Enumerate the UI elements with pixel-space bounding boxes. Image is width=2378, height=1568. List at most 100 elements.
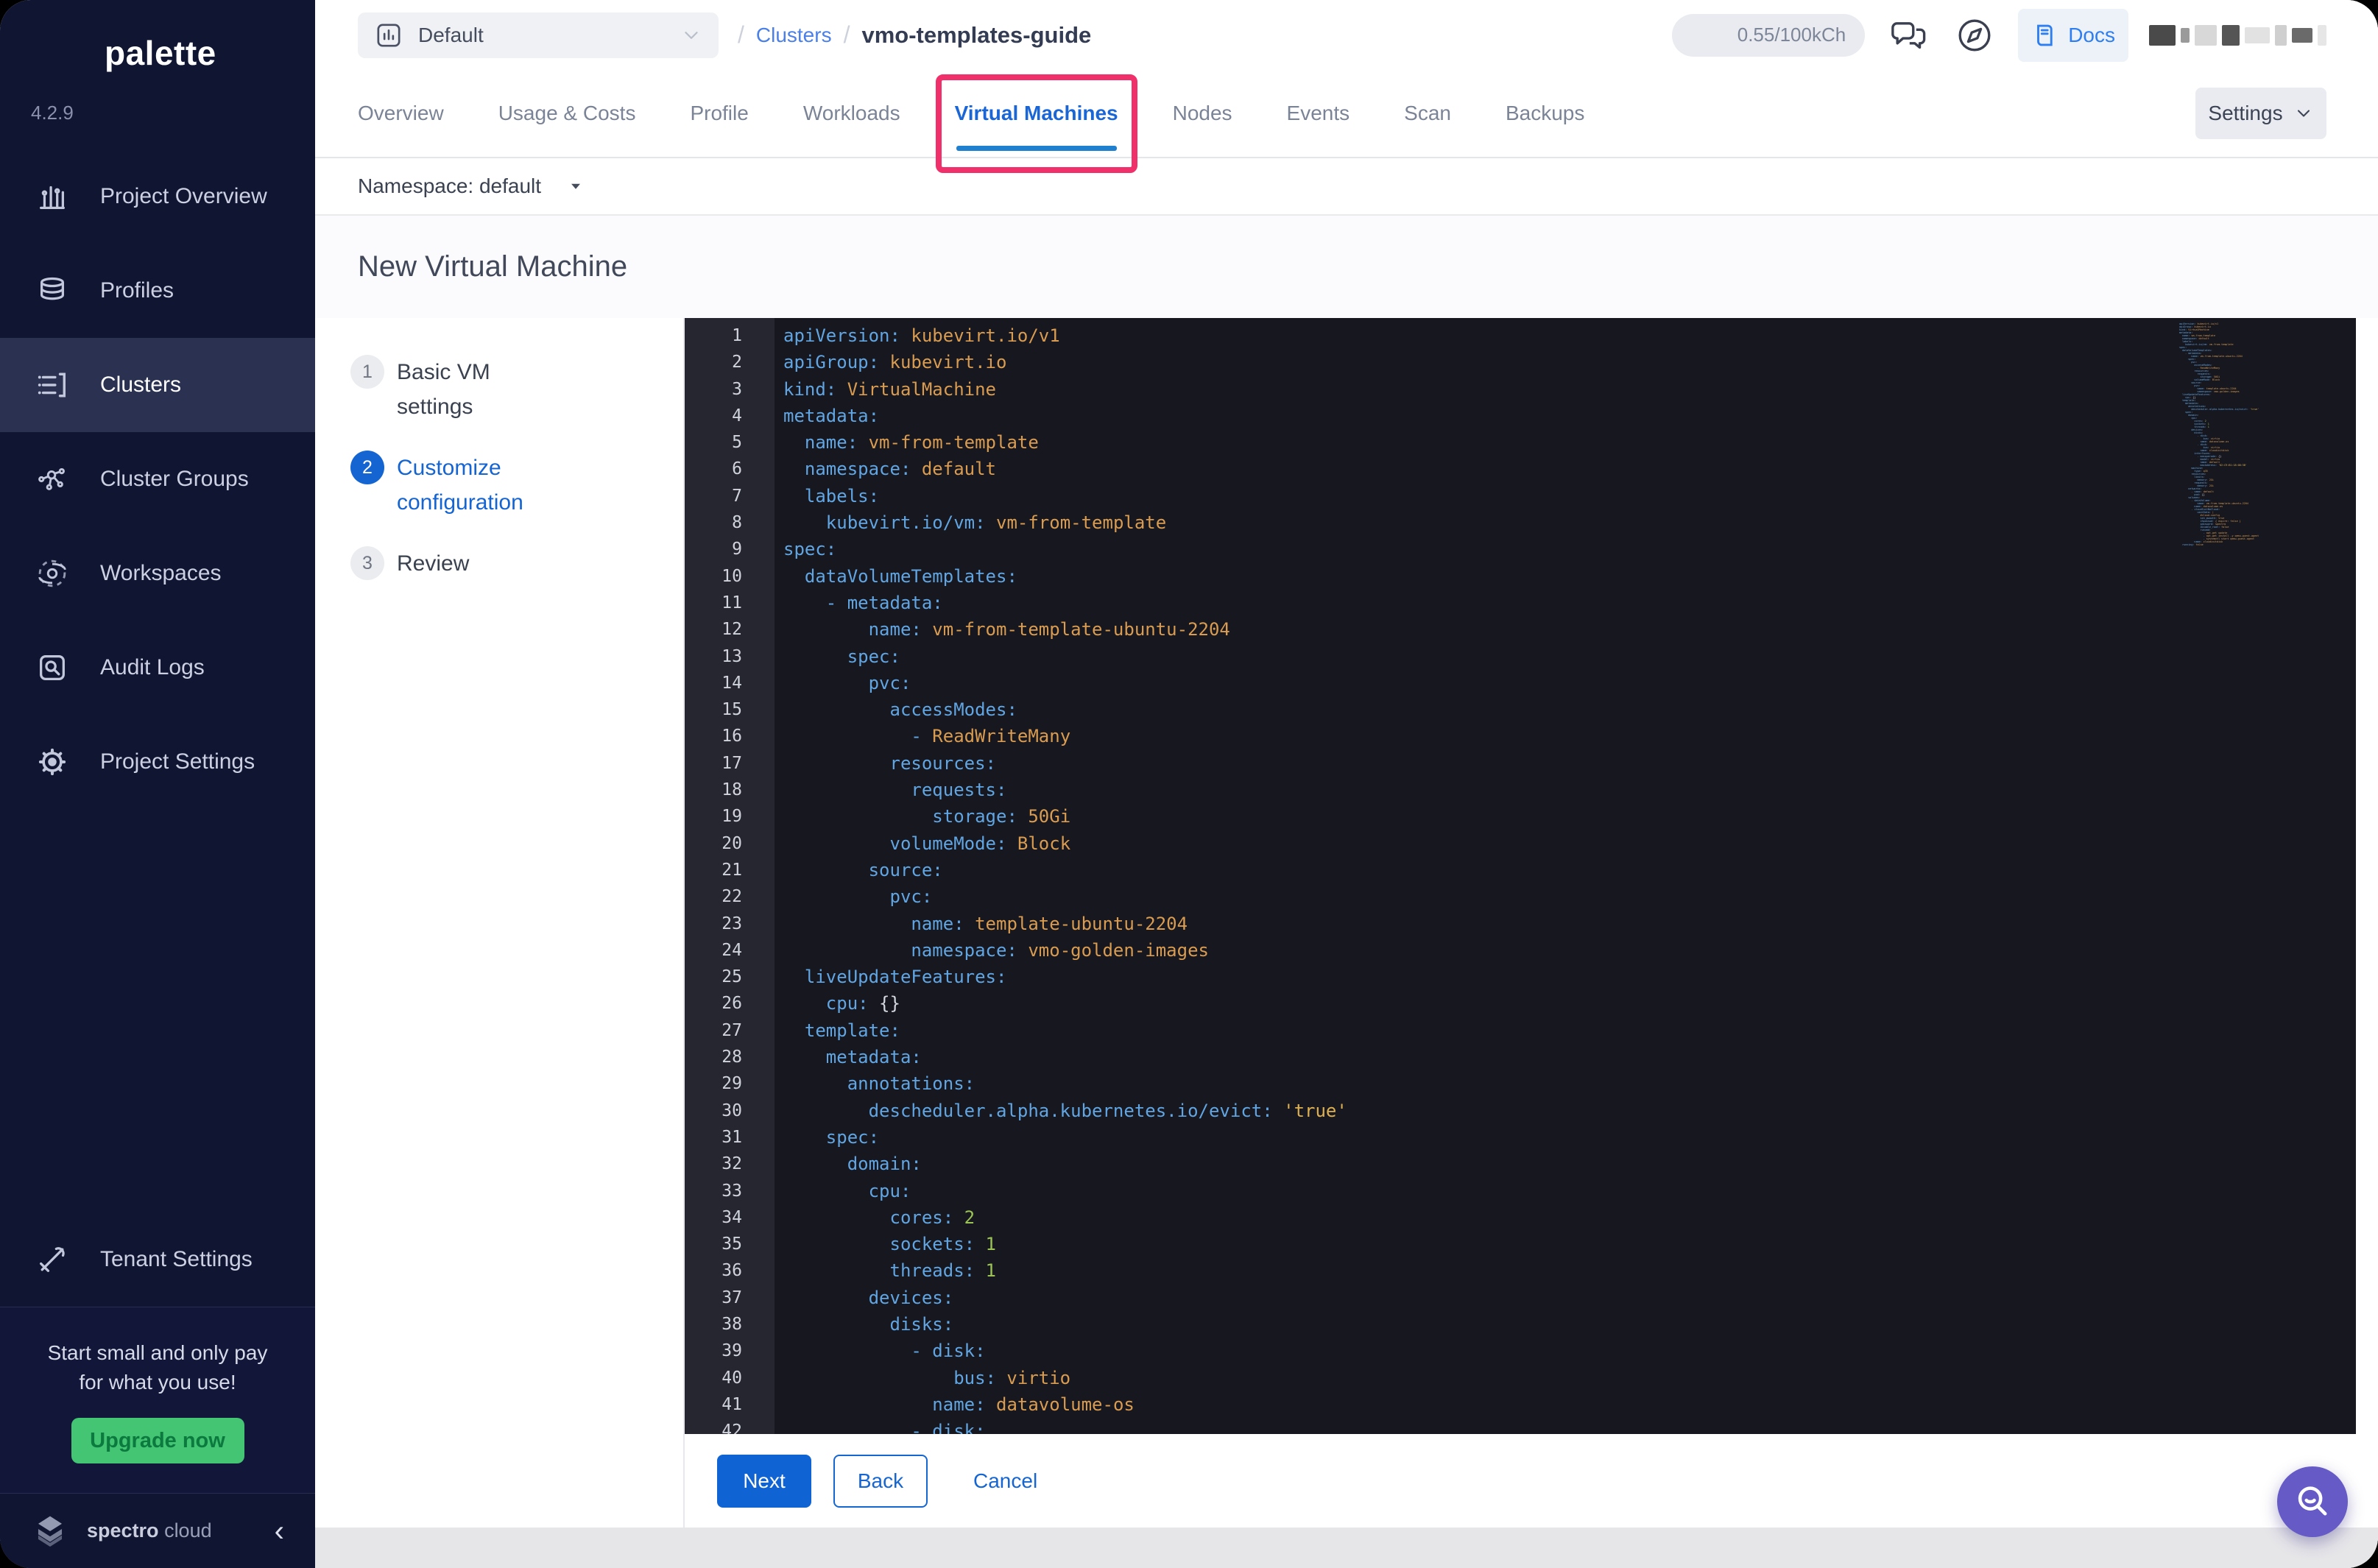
line-number: 11 xyxy=(721,593,742,612)
code-line[interactable]: 13 spec: xyxy=(685,643,2356,670)
code-line[interactable]: 18 requests: xyxy=(685,777,2356,803)
code-line[interactable]: 41 name: datavolume-os xyxy=(685,1391,2356,1418)
tools-icon xyxy=(35,1243,69,1276)
line-number: 37 xyxy=(721,1288,742,1307)
code-line[interactable]: 11 - metadata: xyxy=(685,590,2356,616)
code-line[interactable]: 27 template: xyxy=(685,1017,2356,1044)
code-line[interactable]: 21 source: xyxy=(685,857,2356,883)
code-line[interactable]: 37 devices: xyxy=(685,1285,2356,1311)
line-number: 42 xyxy=(721,1422,742,1434)
chevron-down-icon xyxy=(680,24,702,46)
tab-scan[interactable]: Scan xyxy=(1404,70,1451,157)
code-line[interactable]: 20 volumeMode: Block xyxy=(685,830,2356,857)
code-text: devices: xyxy=(868,1287,954,1308)
code-line[interactable]: 7 labels: xyxy=(685,483,2356,509)
redacted-user-info xyxy=(2149,23,2326,48)
editor-minimap[interactable]: apiVersion: kubevirt.io/v1 apiGroup: kube… xyxy=(2179,322,2290,546)
server-rack-icon xyxy=(35,368,69,402)
code-line[interactable]: 28 metadata: xyxy=(685,1044,2356,1070)
code-line[interactable]: 15 accessModes: xyxy=(685,696,2356,723)
upgrade-now-button[interactable]: Upgrade now xyxy=(71,1418,244,1463)
code-text: metadata: xyxy=(783,405,880,426)
code-line[interactable]: 16 - ReadWriteMany xyxy=(685,723,2356,749)
sidebar-item-workspaces[interactable]: Workspaces xyxy=(0,526,315,621)
code-text: pvc: xyxy=(868,672,911,693)
page-title: New Virtual Machine xyxy=(358,250,628,283)
code-line[interactable]: 12 name: vm-from-template-ubuntu-2204 xyxy=(685,616,2356,643)
namespace-selector[interactable]: Namespace: default xyxy=(358,174,541,198)
code-line[interactable]: 24 namespace: vmo-golden-images xyxy=(685,937,2356,964)
code-line[interactable]: 33 cpu: xyxy=(685,1178,2356,1204)
search-fab[interactable] xyxy=(2277,1466,2348,1537)
tab-virtual-machines[interactable]: Virtual Machines xyxy=(935,70,1137,173)
chat-icon[interactable] xyxy=(1885,13,1931,58)
bottom-strip xyxy=(315,1528,2378,1568)
code-line[interactable]: 5 name: vm-from-template xyxy=(685,429,2356,456)
line-number: 35 xyxy=(721,1235,742,1254)
sidebar-item-label: Project Overview xyxy=(100,184,267,208)
settings-button[interactable]: Settings xyxy=(2195,88,2326,139)
next-button[interactable]: Next xyxy=(717,1454,811,1508)
code-line[interactable]: 19 storage: 50Gi xyxy=(685,803,2356,830)
spectro-name-strong: spectro xyxy=(87,1519,159,1541)
code-line[interactable]: 6 namespace: default xyxy=(685,456,2356,482)
wizard-step-1[interactable]: 1 Basic VM settings xyxy=(315,355,683,424)
sidebar-item-profiles[interactable]: Profiles xyxy=(0,244,315,338)
code-text: cores: 2 xyxy=(889,1207,975,1228)
code-line[interactable]: 29 annotations: xyxy=(685,1070,2356,1097)
line-number: 40 xyxy=(721,1368,742,1388)
tab-usage-costs[interactable]: Usage & Costs xyxy=(498,70,636,157)
code-line[interactable]: 25 liveUpdateFeatures: xyxy=(685,964,2356,990)
compass-icon[interactable] xyxy=(1952,13,1997,58)
code-line[interactable]: 35 sockets: 1 xyxy=(685,1231,2356,1257)
docs-button[interactable]: Docs xyxy=(2018,8,2128,62)
sidebar-item-cluster-groups[interactable]: Cluster Groups xyxy=(0,432,315,526)
tab-backups[interactable]: Backups xyxy=(1506,70,1584,157)
caret-down-icon[interactable] xyxy=(566,177,585,196)
code-line[interactable]: 42 - disk: xyxy=(685,1418,2356,1434)
sidebar-item-project-settings[interactable]: Project Settings xyxy=(0,715,315,809)
cancel-button[interactable]: Cancel xyxy=(973,1455,1037,1508)
tab-profile[interactable]: Profile xyxy=(690,70,748,157)
tab-overview[interactable]: Overview xyxy=(358,70,444,157)
code-line[interactable]: 36 threads: 1 xyxy=(685,1257,2356,1284)
code-line[interactable]: 31 spec: xyxy=(685,1124,2356,1151)
sidebar-item-tenant-settings[interactable]: Tenant Settings xyxy=(0,1212,315,1307)
app-window: palette 4.2.9 Project Overview Profiles Cl… xyxy=(0,0,2378,1568)
code-line[interactable]: 9 spec: xyxy=(685,536,2356,562)
breadcrumb-link-clusters[interactable]: Clusters xyxy=(756,24,832,47)
wizard-step-2[interactable]: 2 Customize configuration xyxy=(315,451,683,520)
line-number: 9 xyxy=(732,540,742,559)
code-line[interactable]: 38 disks: xyxy=(685,1311,2356,1338)
tab-events[interactable]: Events xyxy=(1287,70,1350,157)
tab-nodes[interactable]: Nodes xyxy=(1173,70,1232,157)
code-line[interactable]: 40 bus: virtio xyxy=(685,1365,2356,1391)
yaml-editor[interactable]: 1 apiVersion: kubevirt.io/v1 2 apiGroup: ku… xyxy=(685,318,2356,1434)
code-line[interactable]: 34 cores: 2 xyxy=(685,1204,2356,1231)
sidebar-collapse-button[interactable]: ‹ xyxy=(275,1516,284,1546)
wizard-step-3[interactable]: 3 Review xyxy=(315,546,683,581)
back-button[interactable]: Back xyxy=(833,1454,928,1508)
code-line[interactable]: 23 name: template-ubuntu-2204 xyxy=(685,911,2356,937)
sidebar-item-audit-logs[interactable]: Audit Logs xyxy=(0,621,315,715)
code-line[interactable]: 3 kind: VirtualMachine xyxy=(685,376,2356,403)
code-line[interactable]: 39 - disk: xyxy=(685,1338,2356,1364)
code-line[interactable]: 22 pvc: xyxy=(685,883,2356,910)
code-line[interactable]: 8 kubevirt.io/vm: vm-from-template xyxy=(685,509,2356,536)
tab-workloads[interactable]: Workloads xyxy=(803,70,900,157)
code-text: requests: xyxy=(911,780,1007,801)
line-number: 16 xyxy=(721,727,742,746)
code-line[interactable]: 30 descheduler.alpha.kubernetes.io/evict… xyxy=(685,1098,2356,1124)
code-line[interactable]: 26 cpu: {} xyxy=(685,990,2356,1017)
sidebar-item-project-overview[interactable]: Project Overview xyxy=(0,149,315,244)
code-line[interactable]: 1 apiVersion: kubevirt.io/v1 xyxy=(685,322,2356,349)
line-number: 31 xyxy=(721,1127,742,1147)
code-line[interactable]: 2 apiGroup: kubevirt.io xyxy=(685,349,2356,375)
code-line[interactable]: 4 metadata: xyxy=(685,403,2356,429)
sidebar-item-clusters[interactable]: Clusters xyxy=(0,338,315,432)
project-selector[interactable]: Default xyxy=(358,12,719,58)
code-line[interactable]: 14 pvc: xyxy=(685,670,2356,696)
code-line[interactable]: 32 domain: xyxy=(685,1151,2356,1177)
code-line[interactable]: 17 resources: xyxy=(685,750,2356,777)
code-line[interactable]: 10 dataVolumeTemplates: xyxy=(685,563,2356,590)
